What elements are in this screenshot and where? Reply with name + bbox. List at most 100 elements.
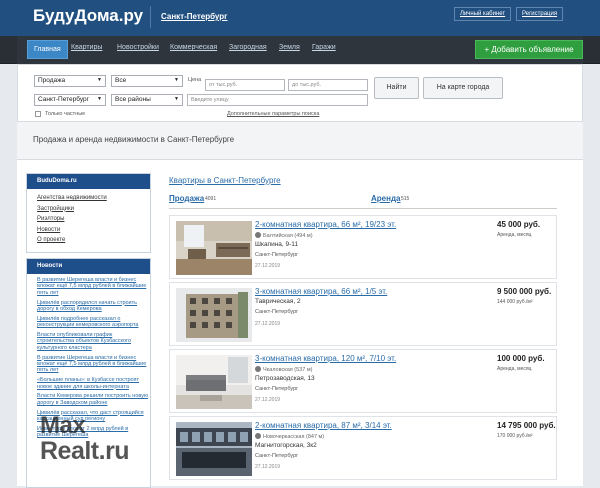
metro-icon	[255, 366, 261, 372]
news-item[interactable]: «Большие планы»: в Кузбассе построят нов…	[37, 377, 150, 390]
price-from-input[interactable]: от тыс.руб.	[205, 79, 285, 91]
watermark-line2: Realt.ru	[40, 437, 130, 465]
nav-item-garages[interactable]: Гаражи	[312, 44, 336, 51]
page-title: Продажа и аренда недвижимости в Санкт-Пе…	[33, 135, 235, 144]
listing-price-note: 144 000 руб./м²	[497, 299, 533, 305]
city-select[interactable]: Санкт-Петербург ▼	[34, 94, 106, 106]
nav-item-country[interactable]: Загородная	[229, 44, 267, 51]
sidebar-item-developers[interactable]: Застройщики	[37, 204, 150, 215]
news-item[interactable]: Власти Кемерова решили построить новую д…	[37, 393, 150, 406]
interior-photo	[176, 355, 252, 409]
listing-date: 27.12.2019	[255, 321, 281, 327]
district-select[interactable]: Все районы ▼	[111, 94, 183, 106]
listing-photo[interactable]	[176, 221, 252, 275]
listing-price: 45 000 руб.	[497, 220, 541, 229]
metro-name: Новочеркасская (847 м)	[263, 434, 325, 440]
street-input[interactable]: Введите улицу	[187, 94, 368, 106]
sidebar-item-news[interactable]: Новости	[37, 225, 150, 236]
listing-address: Таврическая, 2	[255, 298, 301, 305]
metro-name: Чкаловская (537 м)	[263, 367, 313, 373]
nav-item-new-buildings[interactable]: Новостройки	[117, 44, 159, 51]
nav-item-apartments[interactable]: Квартиры	[71, 44, 102, 51]
listing-price-note: Аренда, месяц	[497, 366, 532, 372]
tab-sale-count: 4091	[205, 196, 217, 202]
listing-date: 27.12.2019	[255, 263, 281, 269]
metro-info: Чкаловская (537 м)	[255, 366, 312, 373]
add-listing-button[interactable]: + Добавить объявление	[475, 40, 583, 59]
nav-item-home[interactable]: Главная	[27, 40, 68, 59]
listing-date: 27.12.2019	[255, 397, 281, 403]
site-menu-links: Агентства недвижимости Застройщики Риэлт…	[27, 189, 150, 246]
metro-name: Балтийская (494 м)	[263, 233, 313, 239]
metro-info: Балтийская (494 м)	[255, 232, 313, 239]
listing-photo[interactable]	[176, 355, 252, 409]
listing-title-link[interactable]: 3-комнатная квартира, 120 м², 7/10 эт.	[255, 354, 396, 363]
news-item[interactable]: Власти опубликовали график строительства…	[37, 332, 150, 351]
site-menu-title: BuduDoma.ru	[27, 174, 150, 189]
map-button[interactable]: На карте города	[423, 77, 503, 99]
listing-address: Петрозаводская, 13	[255, 375, 315, 382]
news-title: Новости	[27, 259, 150, 274]
listing-city: Санкт-Петербург	[255, 453, 299, 459]
nav-item-land[interactable]: Земля	[279, 44, 300, 51]
register-link[interactable]: Регистрация	[516, 7, 564, 21]
deal-select[interactable]: Продажа ▼	[34, 75, 106, 87]
cabinet-link[interactable]: Личный кабинет	[454, 7, 512, 21]
news-item[interactable]: Цивилёв распорядился начать строить доро…	[37, 300, 150, 313]
chevron-down-icon: ▼	[97, 77, 102, 83]
city-selector[interactable]: Санкт-Петербург	[150, 6, 228, 28]
price-to-input[interactable]: до тыс.руб.	[288, 79, 368, 91]
private-only-checkbox[interactable]	[35, 111, 41, 117]
tab-rent[interactable]: Аренда	[371, 194, 400, 203]
private-only-label: Только частные	[45, 111, 86, 117]
watermark-line1: Max	[40, 412, 86, 439]
page-heading-bar: Продажа и аренда недвижимости в Санкт-Пе…	[17, 122, 583, 160]
listing-card[interactable]: 2-комнатная квартира, 87 м², 3/14 эт. Но…	[169, 416, 557, 480]
site-menu-box: BuduDoma.ru Агентства недвижимости Застр…	[26, 173, 151, 253]
listing-title-link[interactable]: 3-комнатная квартира, 66 м², 1/5 эт.	[255, 287, 387, 296]
metro-icon	[255, 232, 261, 238]
chevron-down-icon: ▼	[174, 77, 179, 83]
listing-card[interactable]: 3-комнатная квартира, 66 м², 1/5 эт. Тав…	[169, 282, 557, 346]
listing-city: Санкт-Петербург	[255, 386, 299, 392]
listing-price: 100 000 руб.	[497, 354, 545, 363]
city-select-value: Санкт-Петербург	[38, 96, 89, 103]
sidebar-item-about[interactable]: О проекте	[37, 235, 150, 246]
listing-price: 14 795 000 руб.	[497, 421, 556, 430]
listing-card[interactable]: 2-комнатная квартира, 66 м², 19/23 эт. Б…	[169, 215, 557, 279]
nav-bar: Главная Квартиры Новостройки Коммерческа…	[17, 36, 583, 64]
search-panel: Продажа ▼ Все ▼ Цена от тыс.руб. до тыс.ру…	[17, 64, 583, 122]
listing-tabs: Продажа 4091 Аренда 515	[169, 194, 557, 209]
type-select[interactable]: Все ▼	[111, 75, 183, 87]
tab-sale[interactable]: Продажа	[169, 194, 204, 203]
listing-photo[interactable]	[176, 422, 252, 476]
type-select-value: Все	[115, 77, 127, 84]
nav-item-commercial[interactable]: Коммерческая	[170, 44, 217, 51]
listing-date: 27.12.2019	[255, 464, 281, 470]
chevron-down-icon: ▼	[97, 96, 102, 102]
listing-address: Магнитогорская, 3к2	[255, 442, 317, 449]
main-nav: Главная Квартиры Новостройки Коммерческа…	[0, 36, 600, 64]
site-logo[interactable]: БудуДома.ру	[33, 6, 143, 26]
listing-title-link[interactable]: 2-комнатная квартира, 87 м², 3/14 эт.	[255, 421, 392, 430]
sidebar-item-agencies[interactable]: Агентства недвижимости	[37, 193, 150, 204]
find-button[interactable]: Найти	[374, 77, 419, 99]
apartment-photo	[176, 221, 252, 275]
listing-photo[interactable]	[176, 288, 252, 342]
listing-title-link[interactable]: 2-комнатная квартира, 66 м², 19/23 эт.	[255, 220, 396, 229]
sidebar-item-realtors[interactable]: Риэлторы	[37, 214, 150, 225]
listing-city: Санкт-Петербург	[255, 309, 299, 315]
extra-params-link[interactable]: Дополнительные параметры поиска	[227, 111, 319, 117]
news-item[interactable]: В развитие Шерегеша власти и бизнес влож…	[37, 355, 150, 374]
listing-title[interactable]: Квартиры в Санкт-Петербурге	[169, 176, 281, 185]
listing-price-note: Аренда, месяц	[497, 232, 532, 238]
price-label: Цена	[188, 77, 202, 83]
deal-select-value: Продажа	[38, 77, 66, 84]
listing-price-note: 170 000 руб./м²	[497, 433, 533, 439]
news-item[interactable]: В развитие Шерегеша власти и бизнес влож…	[37, 277, 150, 296]
metro-icon	[255, 433, 261, 439]
news-item[interactable]: Цивилёв подробнее рассказал о реконструк…	[37, 316, 150, 329]
listing-city: Санкт-Петербург	[255, 252, 299, 258]
listing-card[interactable]: 3-комнатная квартира, 120 м², 7/10 эт. Ч…	[169, 349, 557, 413]
district-select-value: Все районы	[115, 96, 151, 103]
